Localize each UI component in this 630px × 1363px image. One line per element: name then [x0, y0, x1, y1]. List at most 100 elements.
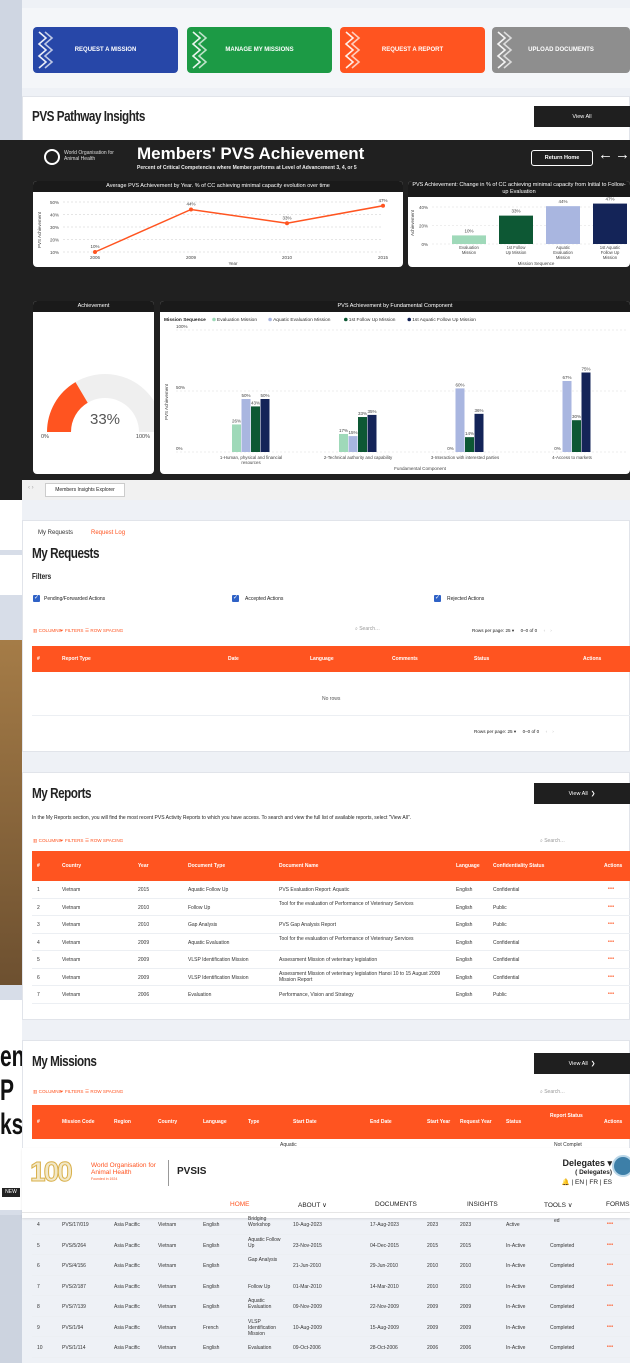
return-home-button[interactable]: Return Home: [531, 150, 593, 166]
table-row[interactable]: 4 Vietnam 2009 Aquatic Evaluation Tool for t…: [32, 934, 630, 951]
data-label: 67%: [562, 375, 571, 380]
reports-filters-button[interactable]: ⏷ FILTERS: [60, 838, 84, 843]
table-cell: PVS/1/114: [62, 1345, 86, 1351]
forward-arrow-icon[interactable]: →: [615, 146, 630, 163]
rows-per-page-select[interactable]: 25: [505, 628, 510, 633]
table-cell: Evaluation: [188, 992, 212, 998]
more-actions-icon[interactable]: •••: [607, 1324, 613, 1330]
table-row[interactable]: 5 PVS/5/264 Asia Pacific Vietnam English Aqua…: [32, 1235, 630, 1255]
reports-search-placeholder: Search…: [544, 838, 566, 844]
more-actions-icon[interactable]: •••: [607, 1262, 613, 1268]
nav-item[interactable]: DOCUMENTS: [375, 1201, 417, 1208]
more-actions-icon[interactable]: •••: [607, 1242, 613, 1248]
language-switcher[interactable]: 🔔 | EN | FR | ES: [540, 1178, 612, 1186]
rows-per-page-select[interactable]: 25: [507, 729, 512, 734]
nav-item[interactable]: TOOLS ∨: [544, 1201, 572, 1209]
table-row[interactable]: 2 Vietnam 2010 Follow Up Tool for the evalua…: [32, 899, 630, 916]
y-tick-label: 40%: [419, 205, 428, 210]
page-prev-icon[interactable]: ‹ ›: [28, 485, 34, 491]
x-axis-label: Fundamental Component: [394, 466, 447, 471]
bar: [499, 215, 533, 244]
more-actions-icon[interactable]: •••: [608, 939, 614, 945]
members-insights-explorer-tab[interactable]: Members Insights Explorer: [45, 483, 125, 497]
user-menu[interactable]: Delegates ▾: [540, 1158, 612, 1169]
more-actions-icon[interactable]: •••: [607, 1303, 613, 1309]
more-actions-icon[interactable]: •••: [608, 904, 614, 910]
bar: [241, 399, 251, 452]
table-cell: Public: [493, 992, 507, 998]
filter-accepted-checkbox[interactable]: ✓: [232, 595, 239, 602]
change-chart-panel: PVS Achievement: Change in % of CC achie…: [408, 181, 630, 267]
search-icon: ⌕: [540, 1089, 543, 1095]
nav-item[interactable]: INSIGHTS: [467, 1201, 498, 1208]
nav-item[interactable]: HOME: [230, 1201, 250, 1208]
table-row[interactable]: 5 Vietnam 2009 VLSP Identification Mission A…: [32, 951, 630, 969]
quick-action-button[interactable]: REQUEST A REPORT: [340, 27, 485, 73]
reports-row-spacing-button[interactable]: ☰ ROW SPACING: [85, 838, 123, 844]
missions-view-all-button[interactable]: View All ❯: [534, 1053, 630, 1074]
quick-action-button[interactable]: REQUEST A MISSION: [33, 27, 178, 73]
table-row[interactable]: 3 Vietnam 2010 Gap Analysis PVS Gap Analysis…: [32, 916, 630, 934]
x-tick-label: Mission: [556, 255, 571, 260]
table-cell: Public: [493, 904, 507, 911]
missions-search-input[interactable]: ⌕ Search…: [540, 1089, 565, 1095]
missions-row-spacing-button[interactable]: ☰ ROW SPACING: [85, 1089, 123, 1095]
table-row[interactable]: 10 PVS/1/114 Asia Pacific Vietnam English Eva…: [32, 1337, 630, 1358]
tab-request-log[interactable]: Request Log: [91, 530, 125, 536]
more-actions-icon[interactable]: •••: [607, 1344, 613, 1350]
more-actions-icon[interactable]: •••: [607, 1283, 613, 1289]
requests-filters-button[interactable]: ⏷ FILTERS: [60, 628, 84, 633]
quick-action-button[interactable]: MANAGE MY MISSIONS: [187, 27, 332, 73]
table-row[interactable]: 6 Vietnam 2009 VLSP Identification Mission A…: [32, 969, 630, 986]
missions-filters-button[interactable]: ⏷ FILTERS: [60, 1089, 84, 1094]
table-cell: Bridging Workshop: [248, 1216, 271, 1228]
requests-card: [22, 520, 630, 752]
more-actions-icon[interactable]: •••: [608, 956, 614, 962]
table-cell: PVS/4/156: [62, 1263, 86, 1269]
more-actions-icon[interactable]: •••: [608, 991, 614, 997]
centenary-logo[interactable]: 100: [30, 1156, 74, 1188]
divider: [32, 715, 630, 716]
table-row[interactable]: 9 PVS/1/94 Asia Pacific Vietnam French VLSP I…: [32, 1317, 630, 1337]
table-cell: Aquatic Follow Up: [188, 887, 229, 893]
rows-per-page-label: Rows per page:: [474, 729, 507, 734]
chevron-pattern-icon: [191, 31, 208, 69]
nav-item[interactable]: FORMS: [606, 1201, 629, 1208]
table-row[interactable]: 1 Vietnam 2015 Aquatic Follow Up PVS Evaluat…: [32, 881, 630, 899]
insights-view-all-button[interactable]: View All: [534, 106, 630, 127]
bar: [339, 433, 348, 452]
requests-row-spacing-button[interactable]: ☰ ROW SPACING: [85, 628, 123, 634]
more-actions-icon[interactable]: •••: [608, 886, 614, 892]
more-actions-icon[interactable]: •••: [607, 1221, 613, 1227]
table-cell: English: [203, 1263, 220, 1269]
data-label: 33%: [511, 209, 520, 214]
table-row[interactable]: 6 PVS/4/156 Asia Pacific Vietnam English Gap …: [32, 1255, 630, 1276]
nav-item[interactable]: ABOUT ∨: [298, 1201, 327, 1209]
requests-search-input[interactable]: ⌕ Search…: [355, 626, 380, 632]
gauge-panel: Achievement 33% 0% 100%: [33, 301, 154, 474]
reports-columns-button[interactable]: ▥ COLUMNS: [33, 838, 62, 844]
quick-action-button[interactable]: UPLOAD DOCUMENTS: [492, 27, 630, 73]
back-arrow-icon[interactable]: ←: [598, 146, 613, 163]
change-bar-chart: 40%20%0%Achievement 10%EvaluationMission3…: [410, 197, 627, 266]
pagination-arrows-icon[interactable]: ‹ ›: [544, 628, 552, 633]
tab-my-requests[interactable]: My Requests: [38, 530, 73, 536]
more-actions-icon[interactable]: •••: [608, 974, 614, 980]
header-org-name: World Organisation for Animal Health: [91, 1162, 156, 1176]
pagination-arrows-icon[interactable]: ‹ ›: [546, 729, 554, 734]
table-row[interactable]: 7 PVS/2/187 Asia Pacific Vietnam English Foll…: [32, 1276, 630, 1296]
table-row[interactable]: 8 PVS/7/139 Asia Pacific Vietnam English Aqua…: [32, 1296, 630, 1317]
reports-search-input[interactable]: ⌕ Search…: [540, 838, 565, 844]
col-header: Report Status: [550, 1113, 583, 1119]
requests-columns-button[interactable]: ▥ COLUMNS: [33, 628, 62, 634]
filter-pending-checkbox[interactable]: ✓: [33, 595, 40, 602]
missions-columns-button[interactable]: ▥ COLUMNS: [33, 1089, 62, 1095]
reports-view-all-button[interactable]: View All ❯: [534, 783, 630, 804]
avatar[interactable]: [612, 1155, 630, 1177]
filter-rejected-checkbox[interactable]: ✓: [434, 595, 441, 602]
more-actions-icon[interactable]: •••: [608, 921, 614, 927]
table-row[interactable]: 4 PVS/17/019 Asia Pacific Vietnam English Bri…: [32, 1214, 630, 1235]
table-cell: VLSP Identification Mission: [248, 1318, 277, 1337]
table-row[interactable]: 7 Vietnam 2006 Evaluation Performance, Visio…: [32, 986, 630, 1004]
legend-swatch: [407, 317, 412, 322]
